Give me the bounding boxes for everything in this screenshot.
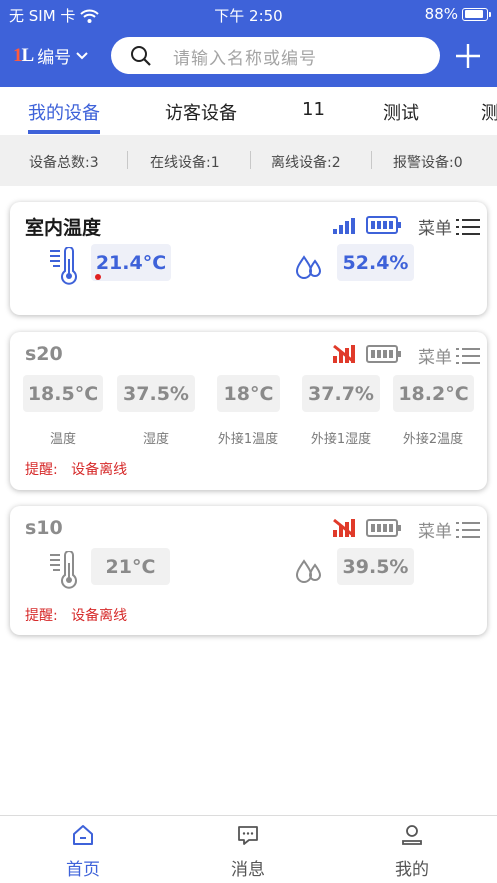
signal-icon (333, 218, 355, 234)
add-device-button[interactable] (454, 42, 482, 70)
no-signal-icon (333, 518, 355, 538)
nav-home-label: 首页 (66, 860, 100, 880)
device-card[interactable]: 室内温度 菜单 21.4°C 52.4% (10, 202, 487, 315)
battery-full-icon (366, 216, 401, 234)
home-icon (73, 825, 93, 845)
temperature-text: 21.4°C (95, 251, 167, 274)
offline-devices: 离线设备:2 (271, 155, 341, 171)
message-icon (238, 826, 258, 845)
sensor-value-text: 18.5°C (27, 382, 99, 405)
code-selector-label: 编号 (37, 48, 72, 68)
device-summary-bar: 设备总数:3 在线设备:1 离线设备:2 报警设备:0 (0, 135, 497, 186)
offline-reminder: 提醒: 设备离线 (25, 605, 127, 625)
divider (371, 151, 372, 169)
menu-label: 菜单 (418, 219, 452, 239)
alarm-devices: 报警设备:0 (393, 155, 463, 171)
bottom-nav: 首页 消息 我的 (0, 815, 497, 883)
battery-empty-icon (366, 519, 401, 537)
sensor-label: 湿度 (142, 432, 169, 447)
nav-profile-label: 我的 (395, 860, 429, 880)
code-selector-button[interactable]: 1L 编号 (13, 43, 89, 68)
battery-icon (462, 7, 491, 21)
temperature-value: 21°C (91, 548, 170, 585)
offline-reminder: 提醒: 设备离线 (25, 459, 127, 479)
chevron-down-icon (76, 51, 88, 59)
sensor-label: 外接1湿度 (310, 432, 372, 447)
humidity-value: 52.4% (337, 244, 414, 281)
sensor-value: 18.2°C (393, 375, 474, 412)
nav-messages[interactable]: 消息 (193, 816, 303, 883)
divider (127, 151, 128, 169)
menu-list-icon (456, 347, 480, 364)
humidity-text: 52.4% (342, 251, 409, 274)
sensor-value-text: 37.7% (308, 382, 374, 405)
device-menu-button[interactable]: 菜单 (418, 517, 480, 542)
device-tabs: 我的设备 访客设备 11 测试 测 (0, 87, 497, 134)
active-tab-indicator (28, 130, 100, 134)
reminder-label: 提醒: (25, 608, 58, 624)
online-devices: 在线设备:1 (150, 155, 220, 171)
device-card[interactable]: s10 菜单 21°C 39.5% 提醒: 设备离线 (10, 506, 487, 635)
device-card[interactable]: s20 菜单 18.5°C 37.5% 18°C 37.7% 18.2°C 温度… (10, 332, 487, 490)
battery-percent: 88% (424, 5, 458, 23)
sensor-value: 37.7% (302, 375, 380, 412)
menu-list-icon (456, 218, 480, 235)
reminder-text: 设备离线 (71, 608, 128, 624)
sensor-label: 外接1温度 (217, 432, 279, 447)
sensor-value-text: 37.5% (123, 382, 189, 405)
device-menu-button[interactable]: 菜单 (418, 343, 480, 368)
status-time: 下午 2:50 (214, 7, 283, 25)
search-input[interactable]: 请输入名称或编号 (111, 37, 440, 74)
temperature-text: 21°C (105, 555, 156, 578)
nav-profile[interactable]: 我的 (357, 816, 467, 883)
status-battery-group: 88% (424, 5, 491, 23)
search-placeholder: 请输入名称或编号 (173, 49, 317, 69)
sensor-label: 温度 (49, 432, 76, 447)
status-bar: 无 SIM 卡 下午 2:50 88% (0, 0, 497, 30)
tab-partial[interactable]: 测 (481, 99, 497, 125)
humidity-value: 39.5% (337, 548, 414, 585)
nav-home[interactable]: 首页 (28, 816, 138, 883)
sensor-value-text: 18.2°C (398, 382, 469, 405)
humidity-icon (295, 559, 322, 583)
tab-my-devices[interactable]: 我的设备 (28, 99, 100, 125)
profile-icon (402, 825, 422, 845)
device-menu-button[interactable]: 菜单 (418, 214, 480, 239)
tab-11[interactable]: 11 (302, 99, 325, 120)
nav-messages-label: 消息 (231, 860, 265, 880)
menu-label: 菜单 (418, 348, 452, 368)
device-name: 室内温度 (25, 217, 102, 239)
menu-label: 菜单 (418, 522, 452, 542)
app-root: 无 SIM 卡 下午 2:50 88% 1L 编号 请输入名称或编号 我的设备 … (0, 0, 497, 883)
menu-list-icon (456, 521, 480, 538)
sensor-value: 37.5% (117, 375, 195, 412)
humidity-icon (295, 255, 322, 279)
search-icon (131, 46, 151, 66)
top-header: 无 SIM 卡 下午 2:50 88% 1L 编号 请输入名称或编号 (0, 0, 497, 87)
sensor-value-text: 18°C (223, 382, 274, 405)
tab-test[interactable]: 测试 (383, 99, 419, 125)
temperature-value: 21.4°C (91, 244, 171, 281)
thermometer-icon (50, 551, 77, 589)
reminder-label: 提醒: (25, 462, 58, 478)
battery-empty-icon (366, 345, 401, 363)
logo-icon: 1L (13, 44, 34, 66)
total-devices: 设备总数:3 (29, 155, 99, 171)
tab-visitor-devices[interactable]: 访客设备 (165, 99, 237, 125)
reminder-text: 设备离线 (71, 462, 128, 478)
sensor-value: 18.5°C (23, 375, 103, 412)
divider (250, 151, 251, 169)
device-name: s20 (25, 343, 63, 365)
alert-dot (95, 274, 101, 280)
thermometer-icon (50, 247, 77, 285)
sensor-value: 18°C (217, 375, 280, 412)
device-name: s10 (25, 517, 63, 539)
humidity-text: 39.5% (342, 555, 409, 578)
sensor-label: 外接2温度 (402, 432, 464, 447)
no-signal-icon (333, 344, 355, 364)
